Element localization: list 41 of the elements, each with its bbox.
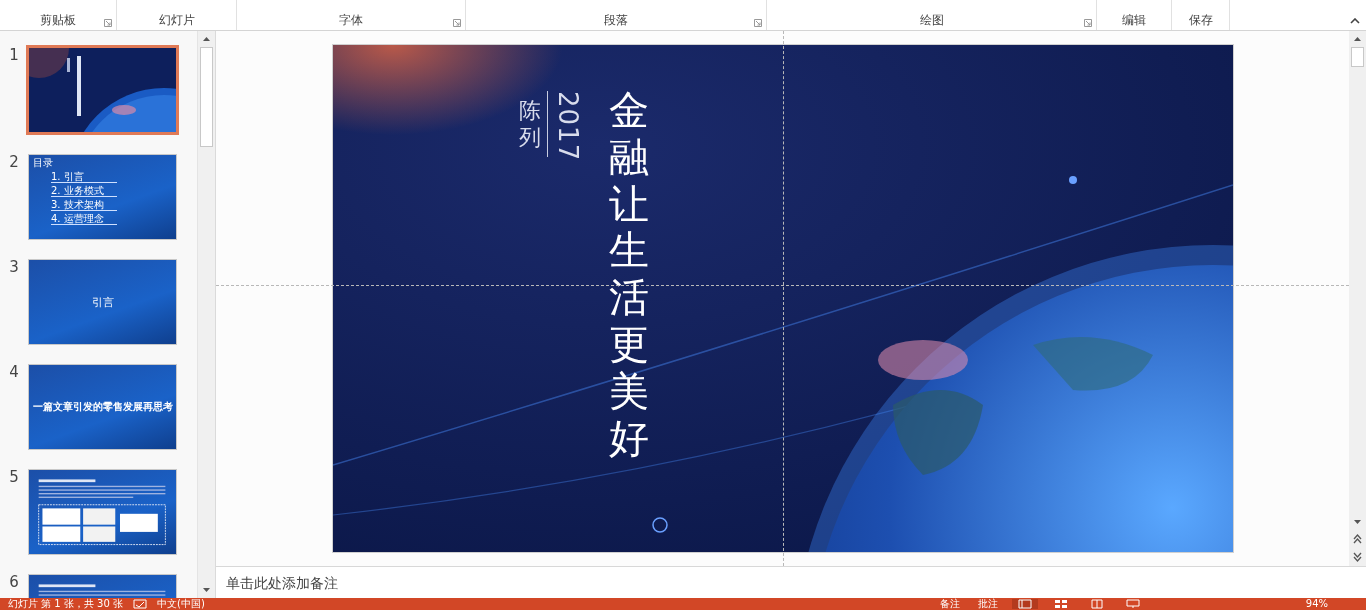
slide-heading: 一篇文章引发的零售发展再思考	[32, 400, 173, 414]
agenda-item: 2. 业务模式	[51, 185, 117, 197]
agenda-item: 1. 引言	[51, 171, 117, 183]
section-title: 引言	[91, 294, 114, 310]
ribbon-group-label: 段落	[604, 13, 628, 27]
ribbon-group-label: 字体	[339, 13, 363, 27]
dialog-launcher-icon[interactable]	[754, 19, 762, 27]
agenda-item: 3. 技术架构	[51, 199, 117, 211]
year-text: 2017	[553, 91, 582, 162]
scrollbar-thumb[interactable]	[200, 47, 213, 147]
dialog-launcher-icon[interactable]	[1084, 19, 1092, 27]
normal-view-icon[interactable]	[1011, 599, 1038, 609]
slide-thumbnail[interactable]: 目录 1. 引言 2. 业务模式 3. 技术架构 4. 运营理念	[28, 154, 177, 240]
ribbon-group-label: 绘图	[919, 13, 944, 27]
slide-count-text: 幻灯片 第 1 张，共 30 张	[8, 598, 123, 610]
slide-number: 4	[8, 364, 20, 380]
agenda-item: 4. 运营理念	[51, 213, 117, 225]
ribbon-group-label: 保存	[1188, 13, 1213, 27]
slide-number: 6	[8, 574, 20, 590]
ribbon-group-label: 编辑	[1122, 13, 1146, 27]
slide-title: 金融让生活更美好	[608, 87, 649, 462]
language-text[interactable]: 中文(中国)	[157, 598, 205, 610]
collapse-ribbon-icon[interactable]	[1350, 18, 1360, 24]
slide-thumbnail[interactable]: 一篇文章引发的零售发展再思考	[28, 364, 177, 450]
ribbon-group-label: 幻灯片	[158, 13, 195, 27]
notes-field[interactable]: 单击此处添加备注	[226, 574, 626, 591]
slide-number: 1	[8, 47, 20, 63]
ribbon-group-label: 剪贴板	[40, 13, 76, 27]
proofing-icon[interactable]	[133, 599, 147, 609]
slide-number: 2	[8, 154, 20, 170]
comments-button[interactable]: 批注	[973, 598, 1002, 610]
zoom-level[interactable]: 94%	[1305, 598, 1328, 610]
scrollbar-thumb[interactable]	[1351, 47, 1364, 67]
dialog-launcher-icon[interactable]	[104, 19, 112, 27]
slide-thumbnail[interactable]: 引言	[28, 259, 177, 345]
slide-number: 3	[8, 259, 20, 275]
notes-button[interactable]: 备注	[935, 598, 964, 610]
author-text: 陈列	[518, 97, 541, 151]
dialog-launcher-icon[interactable]	[453, 19, 461, 27]
slide-number: 5	[8, 469, 20, 485]
slide-title: 目录	[33, 157, 53, 168]
